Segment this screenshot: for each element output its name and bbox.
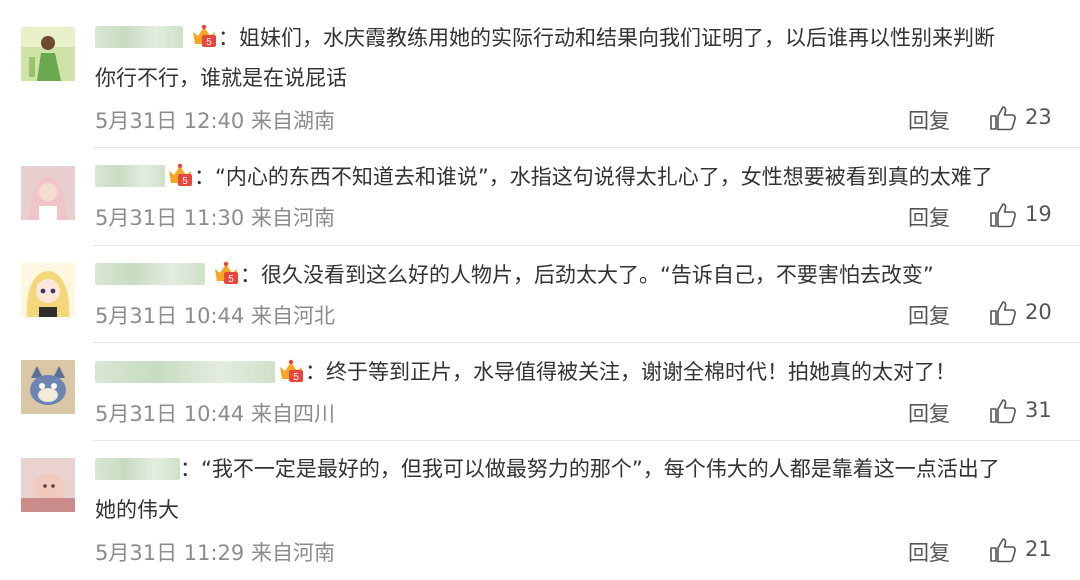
reply-button[interactable]: 回复 — [908, 537, 950, 567]
like-count: 23 — [1025, 105, 1052, 129]
avatar-green-figure-icon — [21, 27, 75, 81]
comment-text-line1: ：姐妹们，水庆霞教练用她的实际行动和结果向我们证明了，以后谁再以性别来判断 — [218, 26, 995, 50]
user-avatar[interactable] — [21, 458, 75, 512]
comment-text-line1: ：“我不一定是最好的，但我可以做最努力的那个”，每个伟大的人都是靠着这一点活出了 — [180, 457, 1000, 481]
like-count: 20 — [1025, 300, 1052, 324]
user-avatar[interactable] — [21, 263, 75, 317]
comment-text-line2: 她的伟大 — [95, 498, 179, 522]
user-avatar[interactable] — [21, 166, 75, 220]
comment-meta: 5月31日 12:40 来自湖南 — [95, 109, 335, 133]
user-avatar[interactable] — [21, 27, 75, 81]
divider — [93, 147, 1080, 148]
thumbs-up-icon[interactable] — [989, 397, 1017, 425]
avatar-pink-girl-icon — [21, 166, 75, 220]
comment-text-line1: ：很久没看到这么好的人物片，后劲太大了。“告诉自己，不要害怕去改变” — [240, 263, 934, 287]
avatar-anime-blonde-icon — [21, 263, 75, 317]
thumbs-up-icon[interactable] — [989, 536, 1017, 564]
comment-meta: 5月31日 11:30 来自河南 — [95, 206, 335, 230]
reply-button[interactable]: 回复 — [908, 105, 950, 135]
like-count: 21 — [1025, 537, 1052, 561]
user-avatar[interactable] — [21, 360, 75, 414]
divider — [93, 342, 1080, 343]
avatar-baby-photo-icon — [21, 458, 75, 512]
comment-text-line1: ：终于等到正片，水导值得被关注，谢谢全棉时代！拍她真的太对了！ — [305, 360, 956, 384]
comment-meta: 5月31日 11:29 来自河南 — [95, 541, 335, 565]
comment-meta: 5月31日 10:44 来自河北 — [95, 304, 335, 328]
thumbs-up-icon[interactable] — [989, 299, 1017, 327]
like-count: 31 — [1025, 398, 1052, 422]
comment-text-line2: 你行不行，谁就是在说屁话 — [95, 66, 347, 90]
reply-button[interactable]: 回复 — [908, 398, 950, 428]
avatar-cartoon-cat-icon — [21, 360, 75, 414]
divider — [93, 245, 1080, 246]
comment-meta: 5月31日 10:44 来自四川 — [95, 402, 335, 426]
comment-text-line1: ：“内心的东西不知道去和谁说”，水指这句说得太扎心了，女性想要被看到真的太难了 — [194, 165, 993, 189]
thumbs-up-icon[interactable] — [989, 104, 1017, 132]
thumbs-up-icon[interactable] — [989, 201, 1017, 229]
reply-button[interactable]: 回复 — [908, 300, 950, 330]
reply-button[interactable]: 回复 — [908, 202, 950, 232]
divider — [93, 440, 1080, 441]
like-count: 19 — [1025, 202, 1052, 226]
